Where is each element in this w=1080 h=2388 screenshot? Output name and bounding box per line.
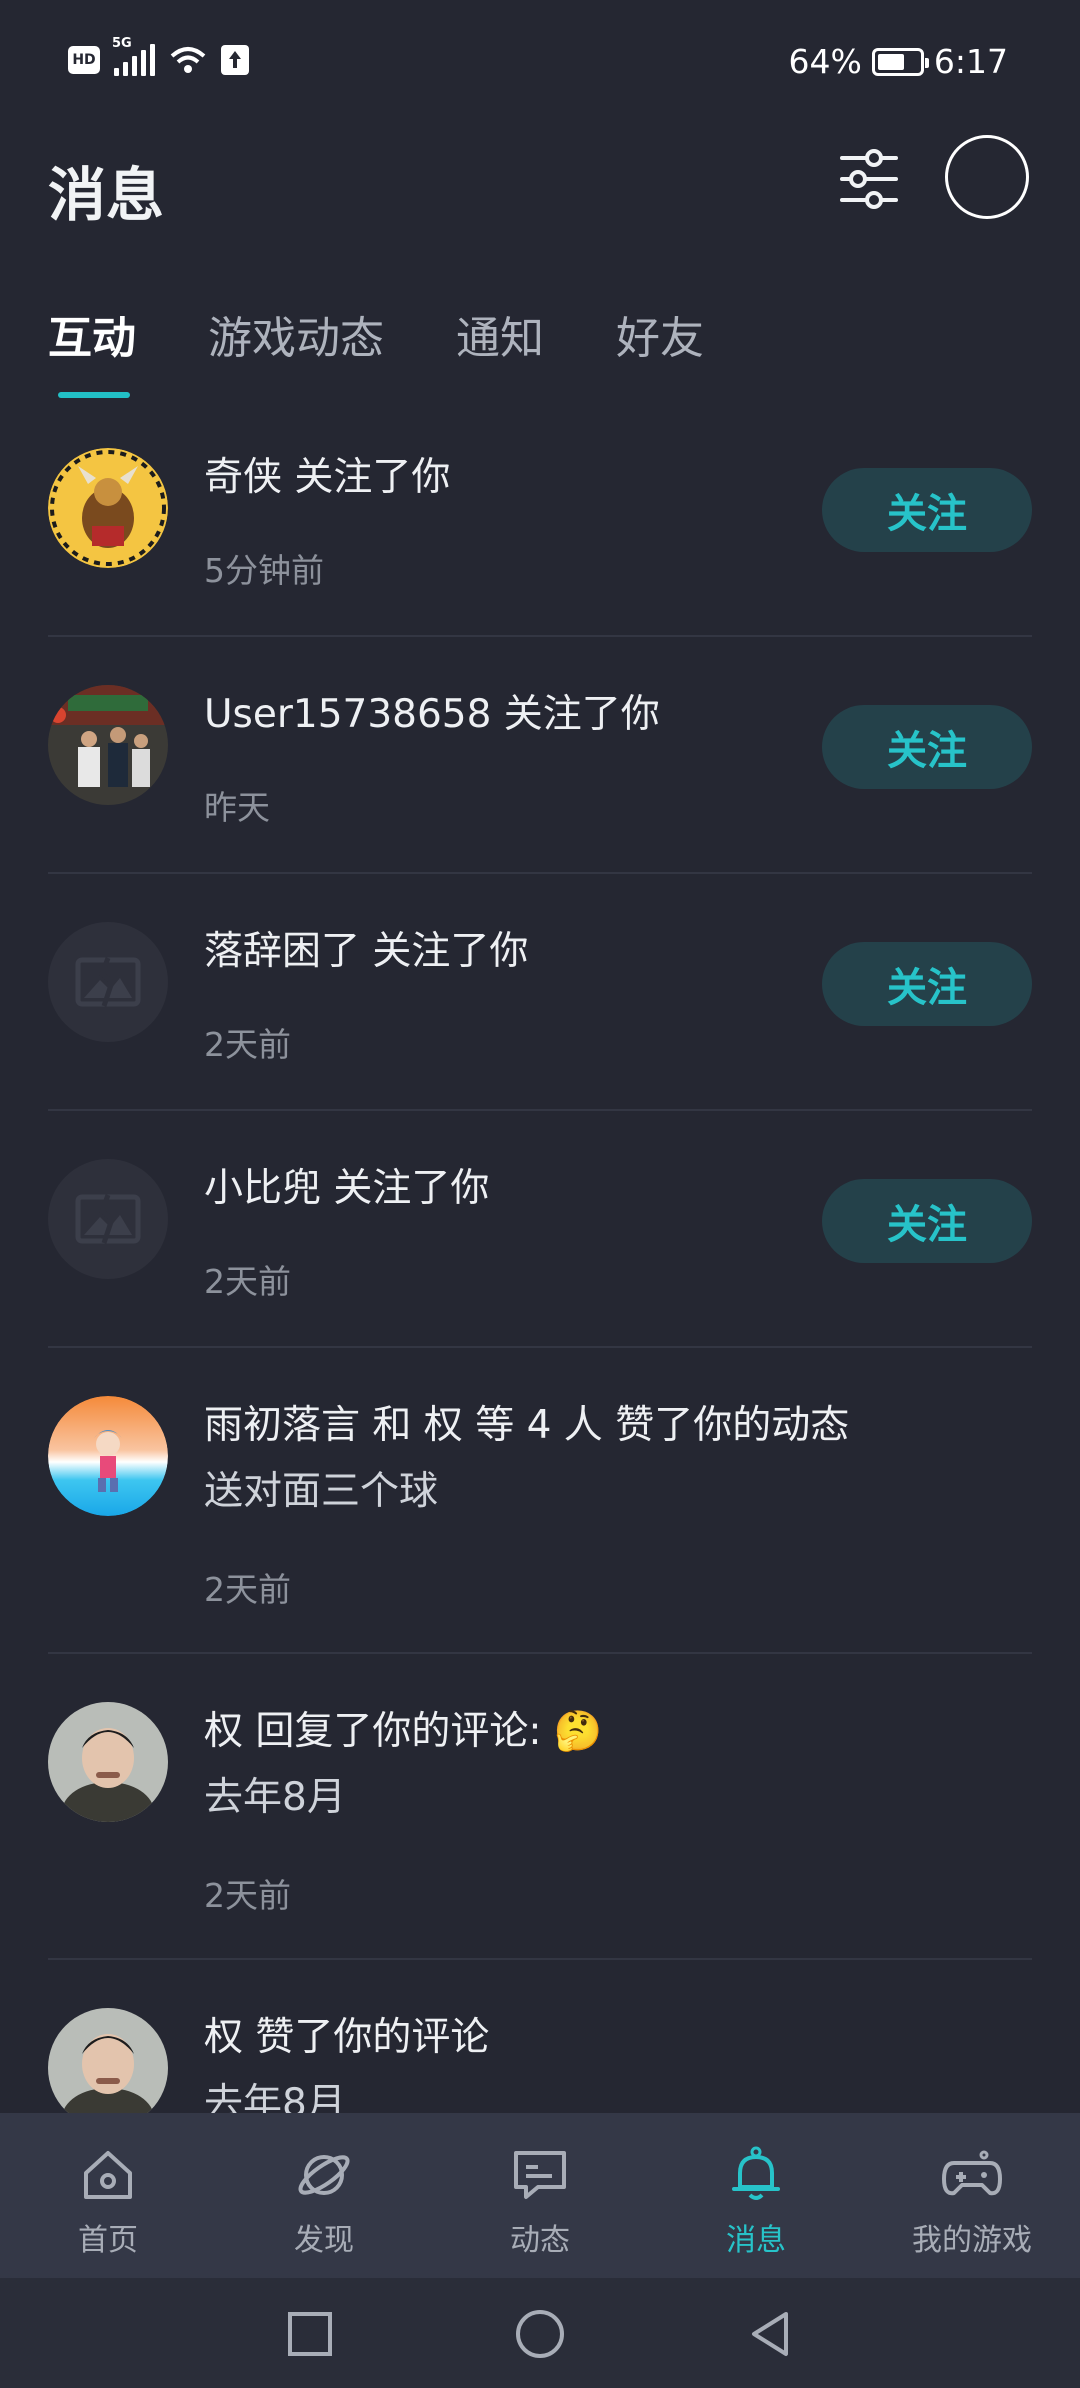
- tab-notifications[interactable]: 通知: [456, 302, 544, 372]
- message-title: 权 回复了你的评论: 🤔: [204, 1709, 603, 1754]
- battery-icon: [871, 47, 929, 76]
- message-title: 权 赞了你的评论: [204, 2015, 490, 2060]
- message-title: 落辞困了 关注了你: [204, 929, 529, 974]
- battery-percentage: 64%: [788, 42, 862, 81]
- follow-button[interactable]: 关注: [822, 942, 1032, 1026]
- clock: 6:17: [933, 42, 1008, 81]
- wifi-icon: [170, 47, 206, 73]
- recents-icon[interactable]: [284, 2308, 336, 2360]
- tab-interaction[interactable]: 互动: [48, 302, 136, 372]
- bottom-nav: 首页 发现 动态 消息 我的游戏: [0, 2113, 1080, 2278]
- avatar[interactable]: [48, 922, 168, 1042]
- message-time: 2天前: [204, 1570, 291, 1609]
- message-title: 小比兜 关注了你: [204, 1166, 490, 1211]
- message-title: 雨初落言 和 权 等 4 人 赞了你的动态: [204, 1403, 850, 1448]
- avatar[interactable]: [48, 1159, 168, 1279]
- message-title: User15738658 关注了你: [204, 692, 660, 737]
- avatar[interactable]: [48, 2008, 168, 2128]
- nav-label: 发现: [294, 2223, 354, 2258]
- nav-discover[interactable]: 发现: [216, 2113, 432, 2278]
- nav-label: 首页: [78, 2223, 138, 2258]
- tab-friends[interactable]: 好友: [616, 302, 704, 372]
- list-item[interactable]: 雨初落言 和 权 等 4 人 赞了你的动态 送对面三个球 2天前: [48, 1348, 1032, 1654]
- planet-icon: [298, 2155, 350, 2195]
- page-title: 消息: [48, 161, 165, 229]
- list-item[interactable]: 落辞困了 关注了你 2天前 关注: [48, 874, 1032, 1111]
- home-circle-icon[interactable]: [514, 2308, 566, 2360]
- message-time: 昨天: [204, 788, 270, 827]
- follow-button[interactable]: 关注: [822, 468, 1032, 552]
- message-content: 去年8月: [204, 1775, 346, 1820]
- upload-icon: [221, 45, 249, 75]
- message-time: 2天前: [204, 1876, 291, 1915]
- hd-icon: HD: [68, 46, 100, 74]
- nav-feed[interactable]: 动态: [432, 2113, 648, 2278]
- nav-home[interactable]: 首页: [0, 2113, 216, 2278]
- avatar[interactable]: [48, 448, 168, 568]
- follow-button[interactable]: 关注: [822, 705, 1032, 789]
- nav-label: 动态: [510, 2223, 570, 2258]
- tab-bar: 互动 游戏动态 通知 好友: [48, 302, 704, 372]
- sliders-icon[interactable]: [838, 148, 900, 210]
- broken-image-icon: [75, 1194, 141, 1244]
- avatar[interactable]: [48, 685, 168, 805]
- list-item[interactable]: 小比兜 关注了你 2天前 关注: [48, 1111, 1032, 1348]
- profile-avatar-button[interactable]: [945, 135, 1029, 219]
- active-tab-indicator: [58, 392, 130, 398]
- nav-my-games[interactable]: 我的游戏: [864, 2113, 1080, 2278]
- nav-label: 我的游戏: [912, 2223, 1032, 2258]
- nav-label: 消息: [726, 2223, 786, 2258]
- message-list: 奇侠 关注了你 5分钟前 关注 User15738658 关注了你 昨天 关注 …: [0, 400, 1080, 2266]
- message-time: 5分钟前: [204, 551, 324, 590]
- network-type: 5G: [112, 36, 132, 51]
- message-time: 2天前: [204, 1025, 291, 1064]
- bell-icon: [732, 2146, 780, 2200]
- avatar[interactable]: [48, 1396, 168, 1516]
- broken-image-icon: [75, 957, 141, 1007]
- status-bar: HD 5G 64% 6:17: [0, 0, 1080, 130]
- chat-icon: [514, 2151, 566, 2199]
- signal-icon: 5G: [112, 36, 155, 76]
- nav-messages[interactable]: 消息: [648, 2113, 864, 2278]
- avatar[interactable]: [48, 1702, 168, 1822]
- message-content: 送对面三个球: [204, 1469, 439, 1514]
- message-title: 奇侠 关注了你: [204, 455, 451, 500]
- list-item[interactable]: 权 回复了你的评论: 🤔 去年8月 2天前: [48, 1654, 1032, 1960]
- home-icon: [84, 2151, 132, 2199]
- list-item[interactable]: 奇侠 关注了你 5分钟前 关注: [48, 400, 1032, 637]
- gamepad-icon: [942, 2150, 1002, 2196]
- status-icons-right: 64% 6:17: [789, 42, 1008, 81]
- system-nav-bar: [0, 2278, 1080, 2388]
- back-icon[interactable]: [744, 2308, 796, 2360]
- follow-button[interactable]: 关注: [822, 1179, 1032, 1263]
- tab-game-news[interactable]: 游戏动态: [208, 302, 384, 372]
- messages-screen: HD 5G 64% 6:17 消息 互动 游戏动态 通知 好友 奇侠 关注了你 …: [0, 0, 1080, 2388]
- status-icons-left: HD 5G: [68, 36, 249, 76]
- message-time: 2天前: [204, 1262, 291, 1301]
- list-item[interactable]: User15738658 关注了你 昨天 关注: [48, 637, 1032, 874]
